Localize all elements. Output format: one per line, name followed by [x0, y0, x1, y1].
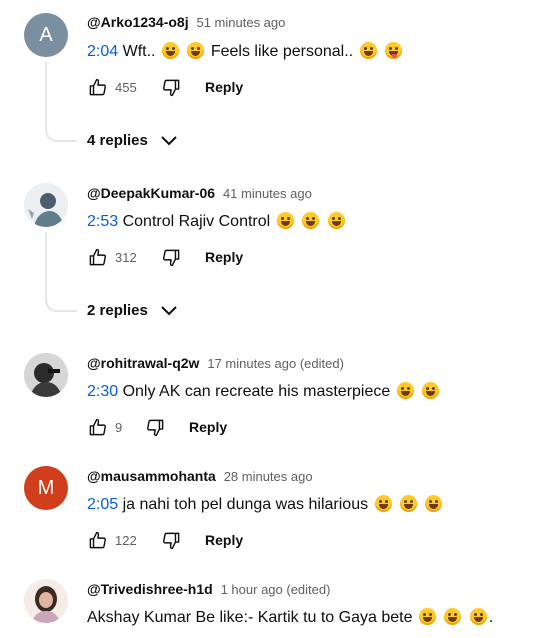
chevron-down-icon — [161, 135, 177, 145]
rofl-emoji-icon — [400, 495, 417, 512]
like-count: 455 — [115, 79, 137, 95]
laughing-emoji-icon — [327, 212, 345, 229]
avatar[interactable]: A — [24, 13, 68, 57]
comment-text-part: Akshay Kumar Be like:- Kartik tu to Gaya… — [87, 609, 413, 626]
laughing-emoji-icon — [396, 382, 414, 399]
comment-time[interactable]: 28 minutes ago — [224, 469, 313, 484]
comment-time[interactable]: 51 minutes ago — [196, 15, 285, 30]
comment-text-part: Wft.. — [118, 43, 156, 60]
avatar-image — [24, 353, 68, 397]
author-handle[interactable]: @Arko1234-o8j — [87, 14, 189, 30]
thread-line — [45, 232, 77, 312]
comment-text: 2:30 Only AK can recreate his masterpiec… — [87, 382, 441, 401]
like-count: 9 — [115, 419, 123, 435]
tongue-emoji-icon — [385, 42, 403, 59]
reply-button[interactable]: Reply — [205, 249, 243, 265]
laughing-emoji-icon — [418, 608, 436, 625]
comment-time[interactable]: 1 hour ago (edited) — [221, 582, 331, 597]
avatar[interactable] — [24, 353, 68, 397]
comment-header: @rohitrawal-q2w 17 minutes ago (edited) — [87, 355, 344, 371]
comment-text: 2:05 ja nahi toh pel dunga was hilarious — [87, 495, 444, 514]
video-timestamp-link[interactable]: 2:05 — [87, 496, 118, 513]
avatar-image — [24, 183, 68, 227]
video-timestamp-link[interactable]: 2:53 — [87, 213, 118, 230]
rofl-emoji-icon — [425, 495, 443, 512]
author-handle[interactable]: @rohitrawal-q2w — [87, 355, 199, 371]
thread-line — [45, 62, 77, 142]
rofl-emoji-icon — [359, 42, 377, 59]
comment-actions: 455 Reply — [87, 75, 243, 99]
thumb-down-icon[interactable] — [161, 77, 181, 97]
comment-header: @DeepakKumar-06 41 minutes ago — [87, 185, 312, 201]
thumb-down-icon[interactable] — [161, 247, 181, 267]
avatar[interactable] — [24, 183, 68, 227]
comment-header: @Trivedishree-h1d 1 hour ago (edited) — [87, 581, 330, 597]
laughing-emoji-icon — [444, 608, 462, 625]
laughing-emoji-icon — [422, 382, 440, 399]
avatar[interactable]: M — [24, 466, 68, 510]
comment-header: @Arko1234-o8j 51 minutes ago — [87, 14, 285, 30]
comment-text-part: Control Rajiv Control — [118, 213, 271, 230]
author-handle[interactable]: @mausammohanta — [87, 468, 216, 484]
reply-button[interactable]: Reply — [205, 79, 243, 95]
comment-time[interactable]: 41 minutes ago — [223, 186, 312, 201]
like-count: 122 — [115, 532, 137, 548]
thumb-down-icon[interactable] — [161, 530, 181, 550]
thumb-up-icon[interactable] — [87, 247, 107, 267]
laughing-emoji-icon — [161, 42, 179, 59]
like-count: 312 — [115, 249, 137, 265]
rofl-emoji-icon — [374, 495, 392, 512]
comment-text-part: ja nahi toh pel dunga was hilarious — [118, 496, 369, 513]
comment-actions: 312 Reply — [87, 245, 243, 269]
comment-time[interactable]: 17 minutes ago (edited) — [207, 356, 344, 371]
avatar[interactable] — [24, 579, 68, 623]
video-timestamp-link[interactable]: 2:30 — [87, 383, 118, 400]
comment-text-part: . — [488, 609, 494, 626]
laughing-emoji-icon — [469, 608, 487, 625]
comment-text: 2:04 Wft.. Feels like personal.. — [87, 42, 404, 61]
replies-count: 4 replies — [87, 132, 148, 149]
thumb-up-icon[interactable] — [87, 77, 107, 97]
comment-text: Akshay Kumar Be like:- Kartik tu to Gaya… — [87, 608, 493, 627]
comment-actions: 122 Reply — [87, 528, 243, 552]
chevron-down-icon — [161, 305, 177, 315]
author-handle[interactable]: @Trivedishree-h1d — [87, 581, 213, 597]
comment-text-part: Only AK can recreate his masterpiece — [118, 383, 391, 400]
view-replies-button[interactable]: 2 replies — [87, 302, 178, 319]
thumb-down-icon[interactable] — [145, 417, 165, 437]
reply-button[interactable]: Reply — [205, 532, 243, 548]
laughing-emoji-icon — [276, 212, 294, 229]
laughing-emoji-icon — [302, 212, 320, 229]
avatar-image — [24, 579, 68, 623]
comment-text: 2:53 Control Rajiv Control — [87, 212, 347, 231]
comment-header: @mausammohanta 28 minutes ago — [87, 468, 313, 484]
author-handle[interactable]: @DeepakKumar-06 — [87, 185, 215, 201]
thumb-up-icon[interactable] — [87, 417, 107, 437]
avatar-letter: A — [39, 23, 53, 46]
avatar-letter: M — [37, 476, 55, 499]
video-timestamp-link[interactable]: 2:04 — [87, 43, 118, 60]
view-replies-button[interactable]: 4 replies — [87, 132, 178, 149]
thumb-up-icon[interactable] — [87, 530, 107, 550]
reply-button[interactable]: Reply — [189, 419, 227, 435]
grimacing-emoji-icon — [187, 42, 205, 59]
comment-text-part: Feels like personal.. — [206, 43, 354, 60]
replies-count: 2 replies — [87, 302, 148, 319]
comment-actions: 9 Reply — [87, 415, 227, 439]
